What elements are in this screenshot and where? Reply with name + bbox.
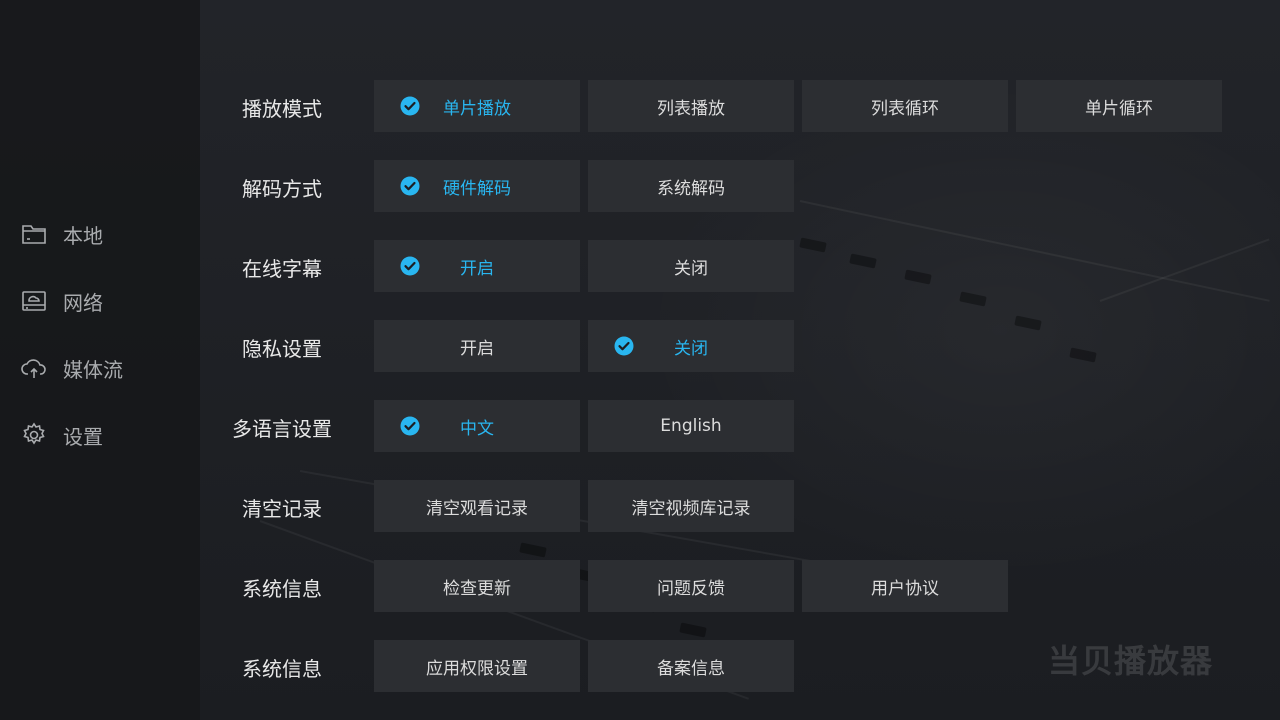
option-button[interactable]: 关闭 <box>588 320 794 372</box>
sidebar-item-label: 本地 <box>63 223 103 248</box>
gear-icon <box>20 421 48 449</box>
option-button[interactable]: 硬件解码 <box>374 160 580 212</box>
option-label: 硬件解码 <box>443 178 511 199</box>
check-circle-icon <box>400 416 420 436</box>
settings-row-label: 在线字幕 <box>242 256 322 281</box>
option-button[interactable]: 备案信息 <box>588 640 794 692</box>
option-button[interactable]: 应用权限设置 <box>374 640 580 692</box>
settings-row: 播放模式 单片播放 列表播放 列表循环 单片循环 <box>200 80 1280 134</box>
settings-row-label: 多语言设置 <box>232 416 332 441</box>
option-button[interactable]: 中文 <box>374 400 580 452</box>
settings-row: 多语言设置 中文 English <box>200 400 1280 454</box>
option-label: 列表播放 <box>657 98 725 119</box>
option-label: 列表循环 <box>871 98 939 119</box>
check-circle-icon <box>614 336 634 356</box>
option-label: 开启 <box>460 258 494 279</box>
option-label: 关闭 <box>674 338 708 359</box>
option-label: 检查更新 <box>443 578 511 599</box>
option-label: 应用权限设置 <box>426 658 528 679</box>
check-circle-icon <box>400 176 420 196</box>
option-button[interactable]: 清空视频库记录 <box>588 480 794 532</box>
option-button[interactable]: English <box>588 400 794 452</box>
option-button[interactable]: 系统解码 <box>588 160 794 212</box>
option-button[interactable]: 列表播放 <box>588 80 794 132</box>
settings-row-label: 播放模式 <box>242 96 322 121</box>
sidebar: 本地 网络 媒体流 设置 <box>0 0 200 720</box>
folder-icon <box>20 220 48 248</box>
watermark-logo: 当贝播放器 <box>1048 642 1214 680</box>
settings-row-label: 系统信息 <box>242 656 322 681</box>
option-label: 中文 <box>460 418 494 439</box>
option-label: 关闭 <box>674 258 708 279</box>
option-label: 开启 <box>460 338 494 359</box>
settings-row: 隐私设置 开启 关闭 <box>200 320 1280 374</box>
option-button[interactable]: 检查更新 <box>374 560 580 612</box>
option-label: 问题反馈 <box>657 578 725 599</box>
settings-row-label: 隐私设置 <box>242 336 322 361</box>
option-label: 单片播放 <box>443 98 511 119</box>
option-button[interactable]: 开启 <box>374 320 580 372</box>
option-label: 清空视频库记录 <box>631 498 751 519</box>
settings-row: 解码方式 硬件解码 系统解码 <box>200 160 1280 214</box>
option-label: English <box>660 416 722 436</box>
check-circle-icon <box>400 256 420 276</box>
settings-row: 在线字幕 开启 关闭 <box>200 240 1280 294</box>
option-button[interactable]: 单片循环 <box>1016 80 1222 132</box>
sidebar-item-local[interactable]: 本地 <box>20 214 190 254</box>
option-label: 系统解码 <box>657 178 725 199</box>
option-button[interactable]: 列表循环 <box>802 80 1008 132</box>
check-circle-icon <box>400 96 420 116</box>
settings-row-label: 解码方式 <box>242 176 322 201</box>
option-label: 用户协议 <box>871 578 939 599</box>
network-drive-icon <box>20 287 48 315</box>
option-label: 单片循环 <box>1085 98 1153 119</box>
sidebar-item-settings[interactable]: 设置 <box>20 415 190 455</box>
settings-row: 清空记录 清空观看记录 清空视频库记录 <box>200 480 1280 534</box>
sidebar-item-media-stream[interactable]: 媒体流 <box>20 348 190 388</box>
option-button[interactable]: 用户协议 <box>802 560 1008 612</box>
sidebar-item-network[interactable]: 网络 <box>20 281 190 321</box>
sidebar-item-label: 媒体流 <box>63 357 123 382</box>
settings-row-label: 清空记录 <box>242 496 322 521</box>
option-label: 备案信息 <box>657 658 725 679</box>
option-label: 清空观看记录 <box>426 498 528 519</box>
option-button[interactable]: 清空观看记录 <box>374 480 580 532</box>
sidebar-item-label: 网络 <box>63 290 103 315</box>
option-button[interactable]: 关闭 <box>588 240 794 292</box>
cloud-upload-icon <box>20 354 48 382</box>
sidebar-item-label: 设置 <box>63 424 103 449</box>
option-button[interactable]: 问题反馈 <box>588 560 794 612</box>
option-button[interactable]: 开启 <box>374 240 580 292</box>
option-button[interactable]: 单片播放 <box>374 80 580 132</box>
settings-row-label: 系统信息 <box>242 576 322 601</box>
settings-row: 系统信息 检查更新 问题反馈 用户协议 <box>200 560 1280 614</box>
